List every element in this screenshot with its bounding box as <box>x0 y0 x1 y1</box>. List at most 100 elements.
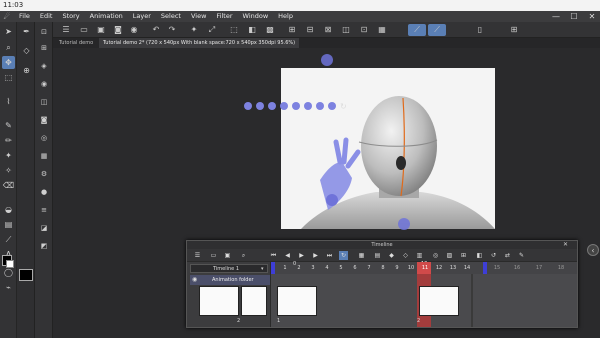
sub-color-swatch[interactable] <box>6 260 14 268</box>
eye-icon[interactable]: ◉ <box>192 276 197 283</box>
cel-thumbnail[interactable] <box>419 286 459 316</box>
export-icon[interactable]: ◉ <box>128 24 140 36</box>
color-set-icon[interactable]: ▦ <box>38 150 50 162</box>
light-table-icon[interactable]: ▨ <box>445 251 454 260</box>
timeline-name-select[interactable]: Timeline 1 <box>190 264 268 273</box>
canvas-icon[interactable]: ⊡ <box>38 26 50 38</box>
snap-icon[interactable]: ⊟ <box>304 24 316 36</box>
pen-icon[interactable]: ✎ <box>2 119 15 132</box>
search-layer-icon[interactable]: ◩ <box>38 240 50 252</box>
layer-property-icon[interactable]: ◉ <box>38 78 50 90</box>
brush-size-panel-icon[interactable]: ● <box>38 186 50 198</box>
snap-grid-icon[interactable]: ⊠ <box>322 24 334 36</box>
play-icon[interactable]: ▶ <box>297 251 306 260</box>
menu-view[interactable]: View <box>186 11 211 22</box>
object-icon[interactable]: ◇ <box>20 44 33 57</box>
layer-move-icon[interactable]: ⊕ <box>20 64 33 77</box>
navigator-icon[interactable]: ◈ <box>38 60 50 72</box>
save-icon[interactable]: ◙ <box>112 24 124 36</box>
grid-icon[interactable]: ⊞ <box>508 24 520 36</box>
menu-filter[interactable]: Filter <box>211 11 237 22</box>
cel-spec-icon[interactable]: ◧ <box>475 251 484 260</box>
assign-cel-icon[interactable]: ▤ <box>373 251 382 260</box>
cel-thumbnail[interactable] <box>277 286 317 316</box>
clear-icon[interactable]: ✦ <box>188 24 200 36</box>
draw-icon[interactable]: ✎ <box>517 251 526 260</box>
pen-pressure-icon[interactable]: ⟋ <box>408 24 426 36</box>
sub-view-icon[interactable]: ◙ <box>38 114 50 126</box>
menu-help[interactable]: Help <box>273 11 298 22</box>
loop-end-marker[interactable] <box>483 262 487 274</box>
brush-size-icon[interactable]: ✒ <box>20 25 33 38</box>
maximize-button[interactable]: ☐ <box>566 11 582 22</box>
phone-icon[interactable]: ▯ <box>474 24 486 36</box>
brush-icon[interactable]: ✦ <box>2 149 15 162</box>
next-frame-icon[interactable]: ▶ <box>311 251 320 260</box>
animation-folder-row[interactable]: Animation folder <box>190 275 270 285</box>
menu-layer[interactable]: Layer <box>128 11 156 22</box>
keyframe-icon[interactable]: ◆ <box>387 251 396 260</box>
app-logo-icon[interactable]: ☄ <box>0 11 14 22</box>
new-timeline-icon[interactable]: ▭ <box>209 251 218 260</box>
tool-property-icon[interactable]: ⚙ <box>38 168 50 180</box>
transparent-color-swatch[interactable] <box>19 269 33 281</box>
transform-icon[interactable]: ⤢ <box>206 24 218 36</box>
undo-icon[interactable]: ↶ <box>150 24 162 36</box>
chevron-down-icon[interactable]: ▾ <box>261 266 264 272</box>
timeline-settings-icon[interactable]: ▣ <box>223 251 232 260</box>
airbrush-icon[interactable]: ✧ <box>2 164 15 177</box>
pencil-icon[interactable]: ✏ <box>2 134 15 147</box>
layer-icon[interactable]: ≡ <box>38 204 50 216</box>
ruler-icon[interactable]: ⊞ <box>286 24 298 36</box>
menu-window[interactable]: Window <box>238 11 274 22</box>
correct-line-icon[interactable]: ⌁ <box>2 281 15 294</box>
deselect-icon[interactable]: ⬚ <box>228 24 240 36</box>
menu-animation[interactable]: Animation <box>85 11 128 22</box>
timeline-menu-icon[interactable]: ☰ <box>193 251 202 260</box>
eraser-icon[interactable]: ⌫ <box>2 179 15 192</box>
gradient-icon[interactable]: ▤ <box>2 218 15 231</box>
selection-icon[interactable]: ⬚ <box>2 71 15 84</box>
edit-timing-icon[interactable]: ⊞ <box>459 251 468 260</box>
timeline-ruler[interactable]: 0 10 1 2 3 4 5 6 7 8 9 10 11 12 13 14 15… <box>271 261 577 274</box>
new-animation-cel-icon[interactable]: ▦ <box>357 251 366 260</box>
onion-icon[interactable]: ◫ <box>340 24 352 36</box>
cel-icon[interactable]: ▥ <box>415 251 424 260</box>
pose-manipulator-overlay[interactable]: ↻ <box>240 50 440 240</box>
keyframe-add-icon[interactable]: ◇ <box>401 251 410 260</box>
last-frame-icon[interactable]: ⏭ <box>325 251 334 260</box>
zoom-icon[interactable]: ⌕ <box>2 41 15 54</box>
cel-thumbnail[interactable] <box>199 286 239 316</box>
loop-range-icon[interactable]: ↺ <box>489 251 498 260</box>
color-wheel-icon[interactable]: ◎ <box>38 132 50 144</box>
material-icon[interactable]: ⊞ <box>38 42 50 54</box>
menu-edit[interactable]: Edit <box>35 11 58 22</box>
move-icon[interactable]: ✥ <box>2 56 15 69</box>
loop-icon[interactable]: ↻ <box>339 251 348 260</box>
panel-collapse-icon[interactable]: ‹ <box>587 244 599 256</box>
history-icon[interactable]: ◫ <box>38 96 50 108</box>
tab-tutorial-demo[interactable]: Tutorial demo <box>55 38 97 48</box>
open-file-icon[interactable]: ▣ <box>95 24 107 36</box>
close-icon[interactable]: ✕ <box>563 241 569 248</box>
preview-icon[interactable]: ⊡ <box>358 24 370 36</box>
menu-file[interactable]: File <box>14 11 35 22</box>
invert-icon[interactable]: ◧ <box>246 24 258 36</box>
first-frame-icon[interactable]: ⏮ <box>269 251 278 260</box>
new-file-icon[interactable]: ▭ <box>78 24 90 36</box>
redo-icon[interactable]: ↷ <box>166 24 178 36</box>
fill-icon[interactable]: ▩ <box>264 24 276 36</box>
sync-icon[interactable]: ⇄ <box>503 251 512 260</box>
frame-icon[interactable]: ▦ <box>376 24 388 36</box>
pen-pressure-icon-2[interactable]: ⟋ <box>428 24 446 36</box>
zoom-out-icon[interactable]: ⌕ <box>239 251 248 260</box>
menu-select[interactable]: Select <box>156 11 186 22</box>
minimize-button[interactable]: — <box>548 11 564 22</box>
figure-icon[interactable]: ⟋ <box>2 233 15 246</box>
fill-bucket-icon[interactable]: ◒ <box>2 203 15 216</box>
menu-story[interactable]: Story <box>57 11 84 22</box>
pointer-icon[interactable]: ➤ <box>2 25 15 38</box>
onion-skin-icon[interactable]: ◎ <box>431 251 440 260</box>
close-button[interactable]: ✕ <box>584 11 600 22</box>
previous-frame-icon[interactable]: ◀ <box>283 251 292 260</box>
